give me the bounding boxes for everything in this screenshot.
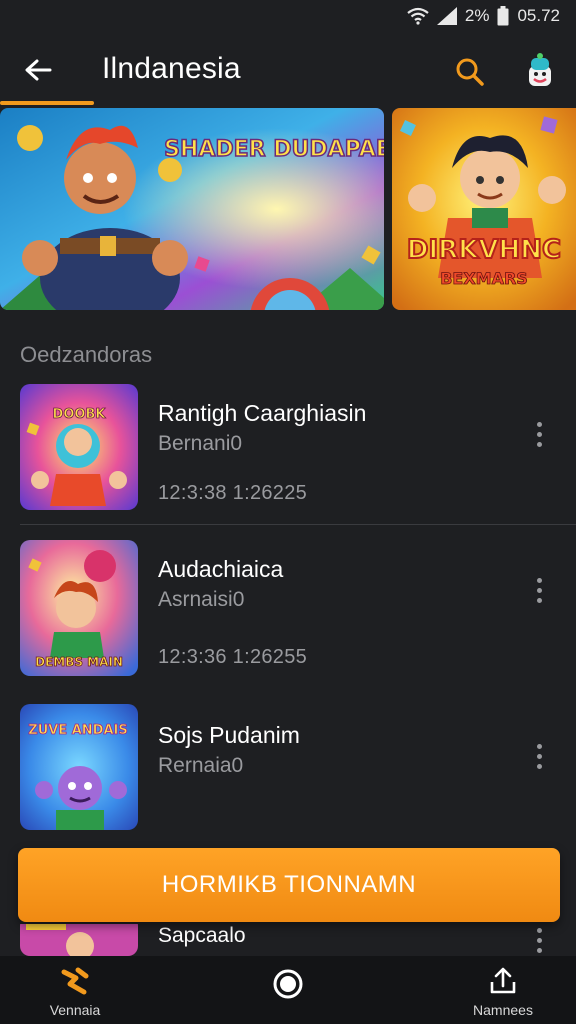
back-button[interactable] [16, 50, 60, 90]
item-timestamp: 12:3:36 1:26255 [158, 646, 308, 668]
record-icon [273, 969, 303, 999]
game-thumbnail: ZUVE ANDAIS [20, 704, 138, 830]
list-item[interactable]: DOOBK Rantigh Caarghiasin Bernani0 12:3:… [0, 374, 576, 526]
nav-item-home[interactable]: Vennaia [42, 956, 108, 1024]
battery-icon [497, 6, 509, 26]
upload-share-icon [490, 967, 516, 994]
search-icon [456, 58, 484, 86]
more-options-button[interactable] [526, 414, 552, 454]
section-title: Oedzandoras [20, 342, 153, 367]
item-title: Audachiaica [158, 556, 284, 582]
list-item[interactable]: DEMBS MAIN Audachiaica Asrnaisi0 12:3:36… [0, 528, 576, 680]
item-title: Sojs Pudanim [158, 722, 300, 748]
thumbnail-text: DOOBK [53, 407, 107, 422]
more-vertical-icon [536, 421, 542, 427]
game-thumbnail [20, 924, 138, 956]
more-vertical-icon [536, 743, 542, 749]
item-timestamp: 12:3:38 1:26225 [158, 482, 308, 504]
nav-item-share[interactable]: Namnees [468, 956, 538, 1024]
avatar[interactable] [520, 50, 560, 90]
more-options-button[interactable] [526, 570, 552, 610]
list-item-partial[interactable]: Sapcaalo [0, 924, 576, 956]
item-subtitle: Asrnaisi0 [158, 588, 245, 611]
character-avatar-icon [529, 53, 551, 86]
item-subtitle: Rernaia0 [158, 754, 244, 777]
thumbnail-text: ZUVE ANDAIS [28, 723, 127, 738]
clock: 05.72 [517, 6, 560, 25]
back-arrow-icon [25, 59, 52, 81]
search-button[interactable] [450, 52, 490, 92]
more-options-button[interactable] [526, 736, 552, 776]
featured-banner[interactable]: SHADER DUDAPAEK [0, 108, 384, 310]
item-title: Rantigh Caarghiasin [158, 400, 367, 426]
item-title: Sapcaalo [158, 924, 246, 947]
battery-percent: 2% [464, 6, 490, 25]
banner-title: SHADER DUDAPAEK [164, 137, 384, 162]
banner-2-title: DIRKVHNC [407, 235, 561, 265]
game-home-icon [61, 967, 89, 995]
more-options-button[interactable] [526, 928, 552, 956]
wifi-icon [407, 7, 429, 25]
signal-icon [436, 7, 457, 25]
status-bar: 2% 05.72 [0, 0, 576, 34]
page-title: Ilndanesia [102, 52, 241, 85]
banner-art-2: DIRKVHNC BEXMARS [392, 108, 576, 310]
thumbnail-text: DEMBS MAIN [35, 655, 123, 669]
banner-art: SHADER DUDAPAEK [0, 108, 384, 310]
featured-banner-2[interactable]: DIRKVHNC BEXMARS [392, 108, 576, 310]
app-bar: Ilndanesia [0, 34, 576, 106]
bottom-nav: Vennaia Namnees [0, 956, 576, 1024]
item-subtitle: Bernani0 [158, 432, 243, 455]
game-thumbnail: DOOBK [20, 384, 138, 510]
primary-action-button[interactable]: HORMIKB TIONNAMN [18, 848, 560, 922]
divider [20, 524, 576, 525]
status-indicators: 2% 05.72 [407, 6, 560, 26]
more-vertical-icon [536, 577, 542, 583]
game-thumbnail: DEMBS MAIN [20, 540, 138, 676]
nav-label: Namnees [473, 1002, 533, 1018]
nav-item-record[interactable] [268, 956, 308, 1024]
more-vertical-icon [536, 928, 542, 933]
tab-indicator [0, 101, 94, 105]
nav-label: Vennaia [49, 1002, 101, 1018]
banner-2-subtitle: BEXMARS [440, 269, 528, 288]
list-item[interactable]: ZUVE ANDAIS Sojs Pudanim Rernaia0 [0, 696, 576, 848]
